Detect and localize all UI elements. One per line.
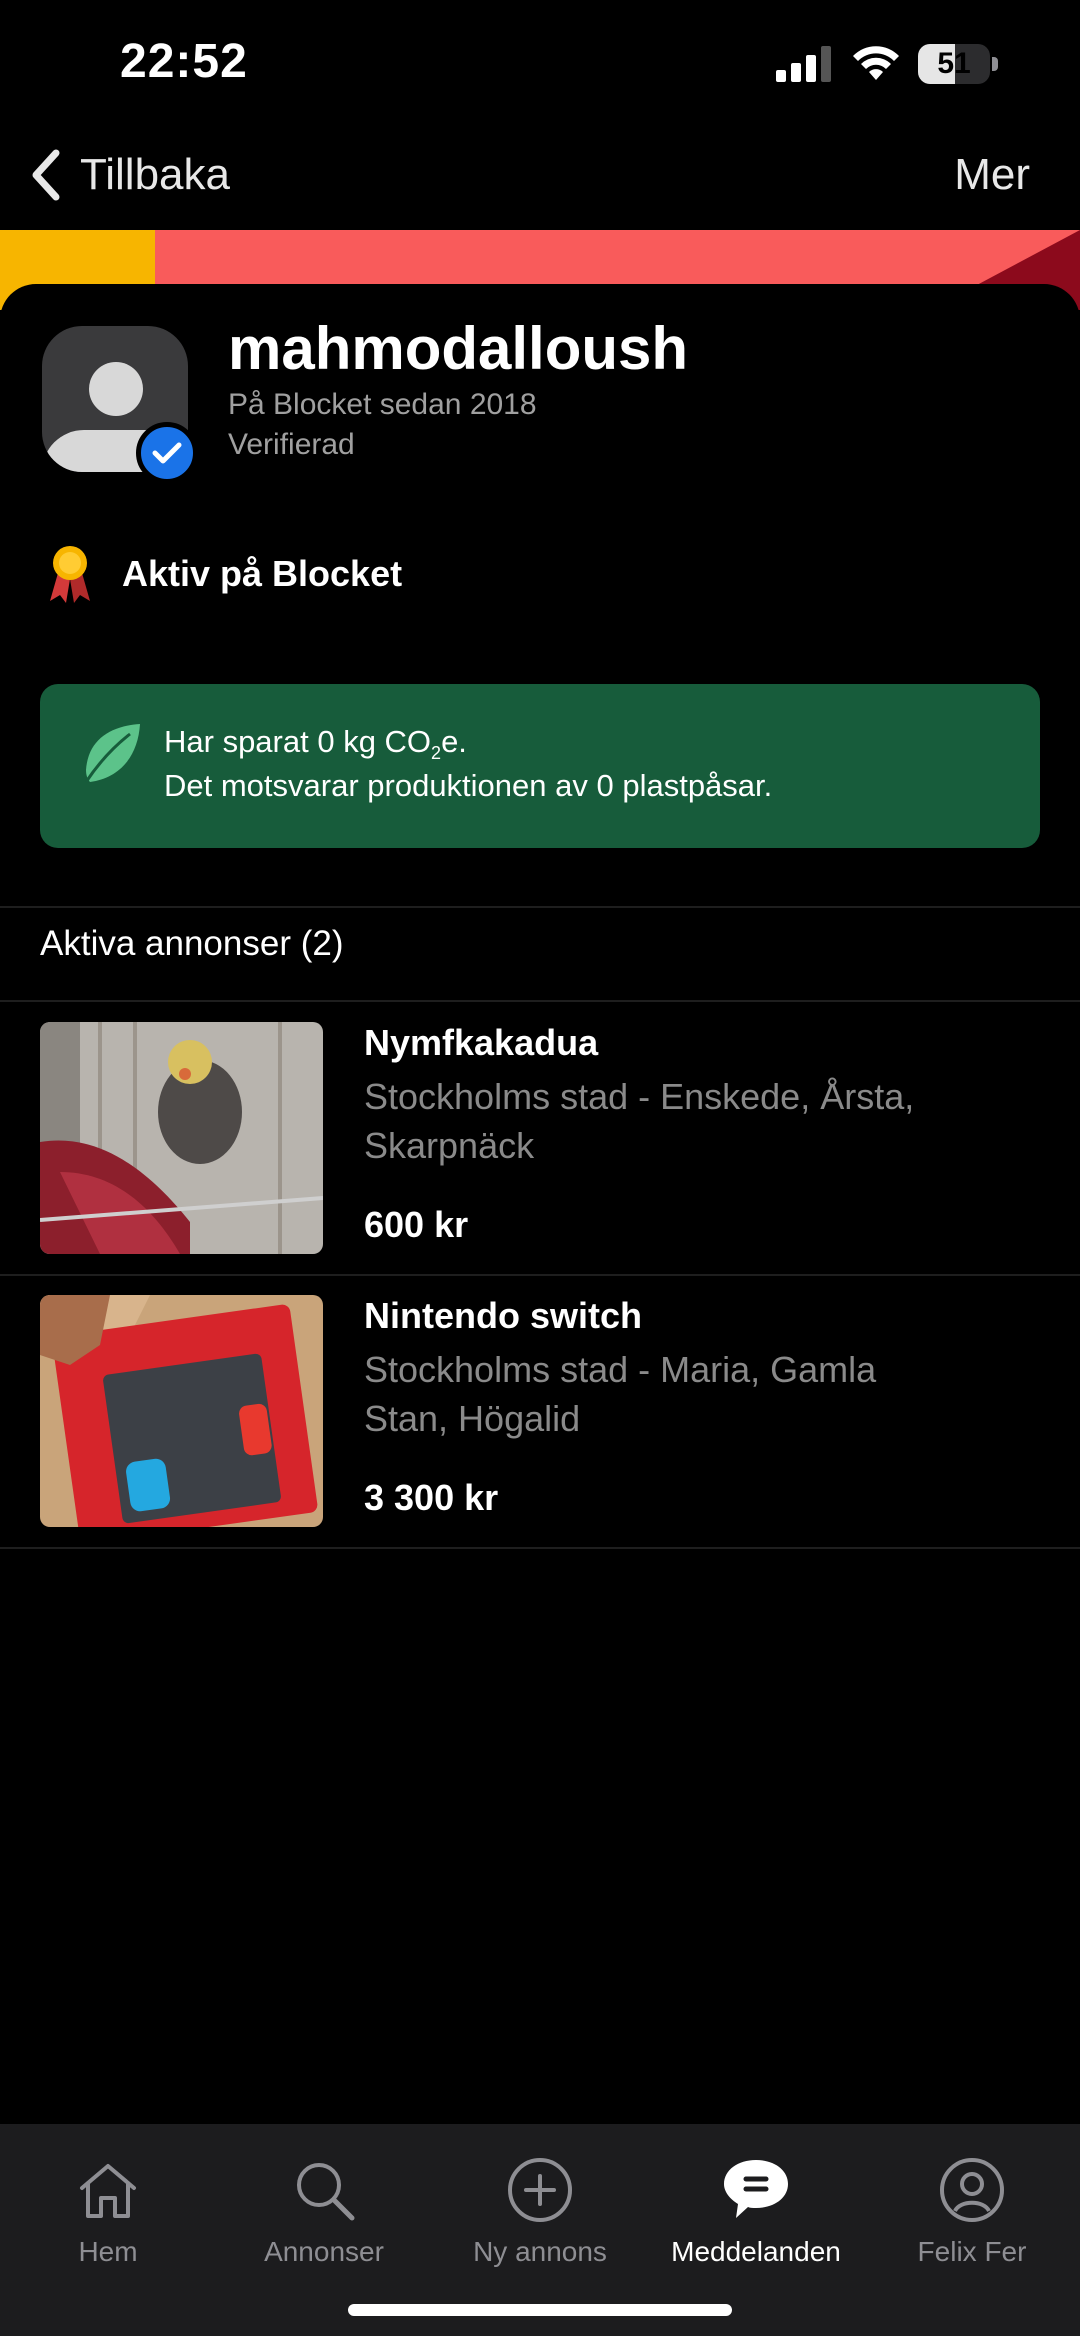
member-since: På Blocket sedan 2018: [228, 388, 537, 421]
back-label: Tillbaka: [80, 150, 230, 199]
tab-label: Hem: [78, 2236, 138, 2267]
verified-check-icon: [136, 422, 198, 484]
award-badge[interactable]: Aktiv på Blocket: [44, 534, 402, 614]
listing-item[interactable]: Nymfkakadua Stockholms stad - Enskede, Å…: [0, 1002, 1080, 1274]
home-icon: [80, 2164, 136, 2218]
listing-location: Stockholms stad - Enskede, Årsta, Skarpn…: [364, 1076, 915, 1166]
wifi-icon: [853, 46, 899, 80]
divider: [0, 906, 1080, 908]
listing-thumbnail: [40, 1022, 323, 1254]
leaf-icon: [84, 724, 140, 783]
tab-ny-annons[interactable]: Ny annons: [432, 2144, 648, 2274]
chevron-left-icon: [32, 149, 60, 201]
plus-circle-icon: [508, 2158, 572, 2222]
listing-title: Nintendo switch: [364, 1295, 642, 1336]
listing-price: 3 300 kr: [364, 1477, 499, 1518]
co2-equivalent-text: Det motsvarar produktionen av 0 plastpås…: [164, 768, 773, 803]
tab-label: Meddelanden: [671, 2236, 841, 2267]
medal-icon: [50, 546, 90, 603]
tab-hem[interactable]: Hem: [0, 2144, 216, 2274]
home-indicator: [348, 2304, 732, 2316]
listing-item[interactable]: Nintendo switch Stockholms stad - Maria,…: [0, 1275, 1080, 1547]
listing-location: Stockholms stad - Maria, Gamla Stan, Hög…: [364, 1349, 877, 1439]
listing-price: 600 kr: [364, 1204, 469, 1245]
back-button[interactable]: Tillbaka: [28, 140, 230, 210]
listing-thumbnail: [40, 1295, 323, 1527]
tab-label: Ny annons: [473, 2236, 607, 2267]
tab-profile[interactable]: Felix Fer: [864, 2144, 1080, 2274]
status-time: 22:52: [120, 35, 248, 88]
tab-label: Annonser: [264, 2236, 384, 2267]
tab-meddelanden[interactable]: Meddelanden: [648, 2144, 864, 2274]
battery-indicator: 51: [918, 44, 998, 84]
divider: [0, 1547, 1080, 1549]
award-label: Aktiv på Blocket: [122, 553, 403, 594]
cellular-signal-icon: [776, 46, 831, 82]
username: mahmodalloush: [228, 315, 689, 382]
verified-label: Verifierad: [228, 428, 355, 461]
status-bar: 22:52 51: [0, 0, 1080, 130]
co2-saved-text: Har sparat 0 kg CO2e.: [164, 724, 467, 764]
profile-icon: [940, 2158, 1004, 2222]
tab-annonser[interactable]: Annonser: [216, 2144, 432, 2274]
listing-title: Nymfkakadua: [364, 1022, 599, 1063]
more-button[interactable]: Mer: [954, 140, 1030, 210]
battery-percent: 51: [937, 47, 971, 80]
active-listings-title: Aktiva annonser (2): [40, 924, 344, 963]
search-icon: [297, 2163, 355, 2221]
tab-label: Felix Fer: [917, 2236, 1027, 2267]
chat-bubble-icon: [724, 2160, 788, 2218]
co2-savings-box: Har sparat 0 kg CO2e. Det motsvarar prod…: [40, 684, 1040, 848]
